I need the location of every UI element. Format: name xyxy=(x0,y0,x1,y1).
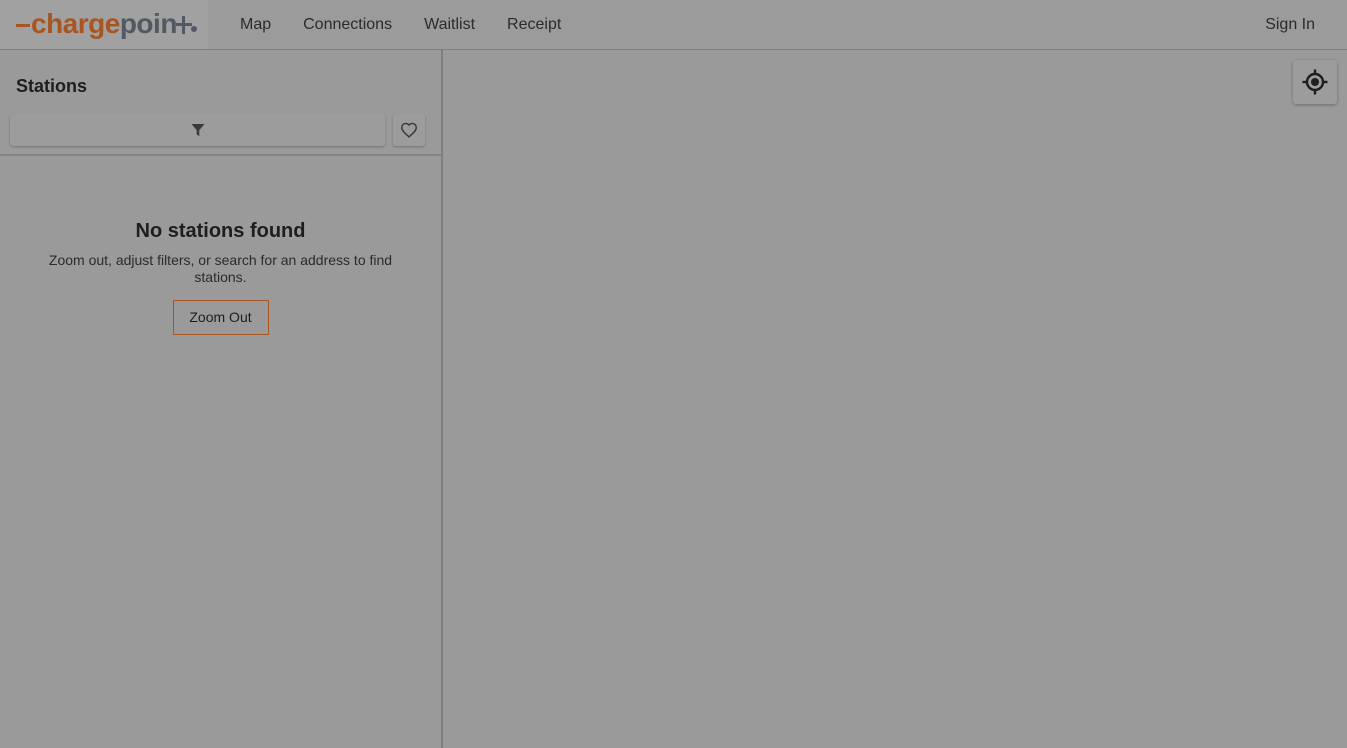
heart-icon xyxy=(400,122,418,138)
logo-dash xyxy=(16,23,30,27)
empty-state-title: No stations found xyxy=(135,220,306,242)
map-area[interactable] xyxy=(445,50,1347,748)
empty-state-message: Zoom out, adjust filters, or search for … xyxy=(48,252,393,285)
logo-text-orange: charge xyxy=(31,8,120,39)
my-location-icon xyxy=(1302,69,1328,95)
nav-receipt[interactable]: Receipt xyxy=(491,16,577,34)
favorites-button[interactable] xyxy=(393,114,425,146)
chargepoint-logo[interactable]: charge poin xyxy=(16,6,197,42)
panel-title: Stations xyxy=(16,76,88,96)
stations-panel: Stations No stations found Zoom out, adj… xyxy=(0,50,443,748)
nav-map[interactable]: Map xyxy=(224,16,287,34)
nav-waitlist[interactable]: Waitlist xyxy=(408,16,491,34)
top-bar: charge poin Map Connections Waitlist Rece… xyxy=(0,0,1347,50)
filter-button[interactable] xyxy=(10,114,385,146)
logo-plug-mark xyxy=(175,14,197,34)
sign-in-link[interactable]: Sign In xyxy=(1265,0,1315,49)
filter-icon xyxy=(191,124,204,136)
locate-me-button[interactable] xyxy=(1293,60,1337,104)
panel-divider xyxy=(0,154,441,156)
nav-connections[interactable]: Connections xyxy=(287,16,408,34)
logo-container[interactable]: charge poin xyxy=(0,0,208,49)
zoom-out-button[interactable]: Zoom Out xyxy=(172,300,269,335)
empty-state: No stations found Zoom out, adjust filte… xyxy=(0,220,441,335)
logo-text-gray: poin xyxy=(119,8,178,39)
main-nav: Map Connections Waitlist Receipt xyxy=(224,0,577,49)
